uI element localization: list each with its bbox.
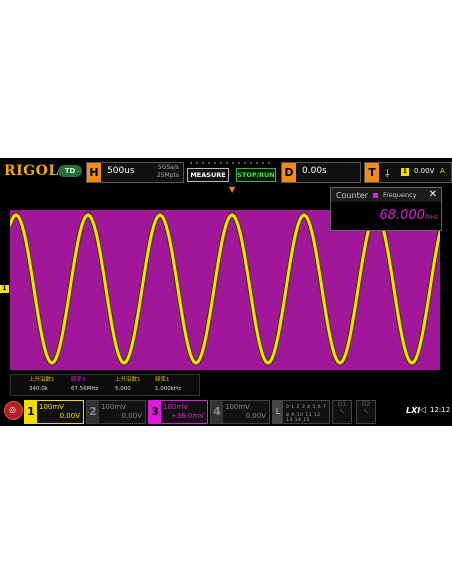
sine-wave-icon: ∿: [339, 408, 345, 415]
measurement-value: 5.000: [115, 386, 131, 392]
measurement-value: 1.000kHz: [155, 386, 181, 392]
channel-4-box[interactable]: 4 100mV 0.00V: [210, 400, 270, 424]
horizontal-timebase-box[interactable]: H 500us 5GSa/s 25Mpts: [86, 162, 184, 183]
channel-2-box[interactable]: 2 100mV 0.00V: [86, 400, 146, 424]
measurement-label: 频率1: [155, 377, 170, 383]
channel-3-number: 3: [149, 401, 161, 423]
measurement-item: 频率1 1.000kHz: [155, 376, 181, 394]
measurement-label: 频率3: [71, 377, 86, 383]
generator-1-box[interactable]: G1 ∿: [332, 400, 352, 424]
delay-tag: D: [282, 163, 296, 182]
counter-source-color-icon: [373, 193, 378, 198]
lxi-status-icon[interactable]: LXI: [406, 406, 420, 415]
bottom-bar: ◎ 1 100mV 0.00V 2 100mV 0.00V 3 100mV +3…: [0, 398, 452, 426]
waveform-progress-dots: [190, 162, 270, 164]
channel-3-offset: +36.0mV: [170, 412, 204, 420]
sample-rate: 5GSa/s: [157, 164, 179, 171]
channel-2-offset: 0.00V: [121, 412, 142, 420]
measurement-item: 上升沿数1 5.000: [115, 376, 141, 394]
trigger-source: 1: [401, 168, 409, 176]
trigger-tag: T: [365, 163, 379, 182]
generator-2-box[interactable]: G2 ∿: [356, 400, 376, 424]
channel-4-number: 4: [211, 401, 223, 423]
trigger-box[interactable]: T ⸸ 1 0.00V A: [364, 162, 452, 183]
horizontal-tag: H: [87, 163, 101, 182]
channel-3-box[interactable]: 3 100mV +36.0mV: [148, 400, 208, 424]
channel-4-scale: 100mV: [225, 403, 250, 411]
counter-panel: Counter Frequency ✕ 68.000 MHz: [330, 187, 442, 231]
channel-1-offset-marker[interactable]: 1: [0, 285, 9, 293]
trigger-mode: A: [440, 167, 445, 175]
counter-source[interactable]: Frequency: [383, 191, 417, 199]
menu-icon: ◎: [9, 405, 16, 414]
timebase-value: 500us: [107, 166, 135, 176]
channel-1-box[interactable]: 1 100mV 0.00V: [24, 400, 84, 424]
generator-2-label: G2: [361, 401, 371, 408]
rising-edge-icon: ⸸: [385, 169, 390, 180]
acquisition-info: 5GSa/s 25Mpts: [157, 164, 179, 180]
counter-value: 68.000: [379, 208, 426, 223]
channel-2-scale: 100mV: [101, 403, 126, 411]
measurement-results[interactable]: 上升沿数1 340.0k 频率3 67.56MHz 上升沿数1 5.000 频率…: [10, 374, 200, 396]
delay-box[interactable]: D 0.00s: [281, 162, 361, 183]
la-channels-row-1: 0 1 2 3 4 5 6 7: [286, 405, 327, 410]
measurement-value: 67.56MHz: [71, 386, 99, 392]
close-icon[interactable]: ✕: [429, 189, 437, 200]
measurement-label: 上升沿数1: [29, 377, 55, 383]
brand-logo: RIGOL: [4, 163, 59, 179]
channel-1-waveform: [10, 212, 440, 366]
top-bar: RIGOL TD H 500us 5GSa/s 25Mpts MEASURE S…: [0, 158, 452, 185]
la-channels-row-2: 8 9 10 11 12 13 14 15: [286, 413, 321, 423]
channel-4-offset: 0.00V: [245, 412, 266, 420]
sine-wave-icon: ∿: [363, 408, 369, 415]
main-menu-button[interactable]: ◎: [4, 401, 23, 420]
measurement-item: 频率3 67.56MHz: [71, 376, 99, 394]
stop-run-button[interactable]: STOP/RUN: [236, 168, 276, 182]
oscilloscope-screen: RIGOL TD H 500us 5GSa/s 25Mpts MEASURE S…: [0, 158, 452, 426]
measurement-item: 上升沿数1 340.0k: [29, 376, 55, 394]
logic-analyzer-box[interactable]: L 0 1 2 3 4 5 6 7 8 9 10 11 12 13 14 15: [272, 400, 330, 424]
counter-title: Counter: [336, 191, 368, 200]
clock-time: 12:12: [430, 406, 451, 414]
channel-1-offset: 0.00V: [59, 412, 80, 420]
channel-3-scale: 100mV: [163, 403, 188, 411]
channel-1-scale: 100mV: [39, 403, 64, 411]
counter-readout: 68.000 MHz: [331, 202, 441, 230]
memory-depth: 25Mpts: [156, 172, 179, 179]
mode-badge[interactable]: TD: [58, 165, 82, 177]
logic-analyzer-tag: L: [273, 401, 283, 423]
counter-unit: MHz: [425, 214, 438, 221]
waveform-display[interactable]: [10, 210, 440, 370]
measure-button[interactable]: MEASURE: [187, 168, 229, 182]
channel-2-number: 2: [87, 401, 99, 423]
delay-value: 0.00s: [302, 166, 327, 176]
speaker-icon[interactable]: ◁: [420, 405, 426, 414]
trigger-position-marker-icon[interactable]: ▼: [229, 185, 235, 194]
measurement-label: 上升沿数1: [115, 377, 141, 383]
trigger-level: 0.00V: [414, 167, 435, 175]
measurement-value: 340.0k: [29, 386, 48, 392]
channel-1-number: 1: [25, 401, 37, 423]
generator-1-label: G1: [337, 401, 347, 408]
